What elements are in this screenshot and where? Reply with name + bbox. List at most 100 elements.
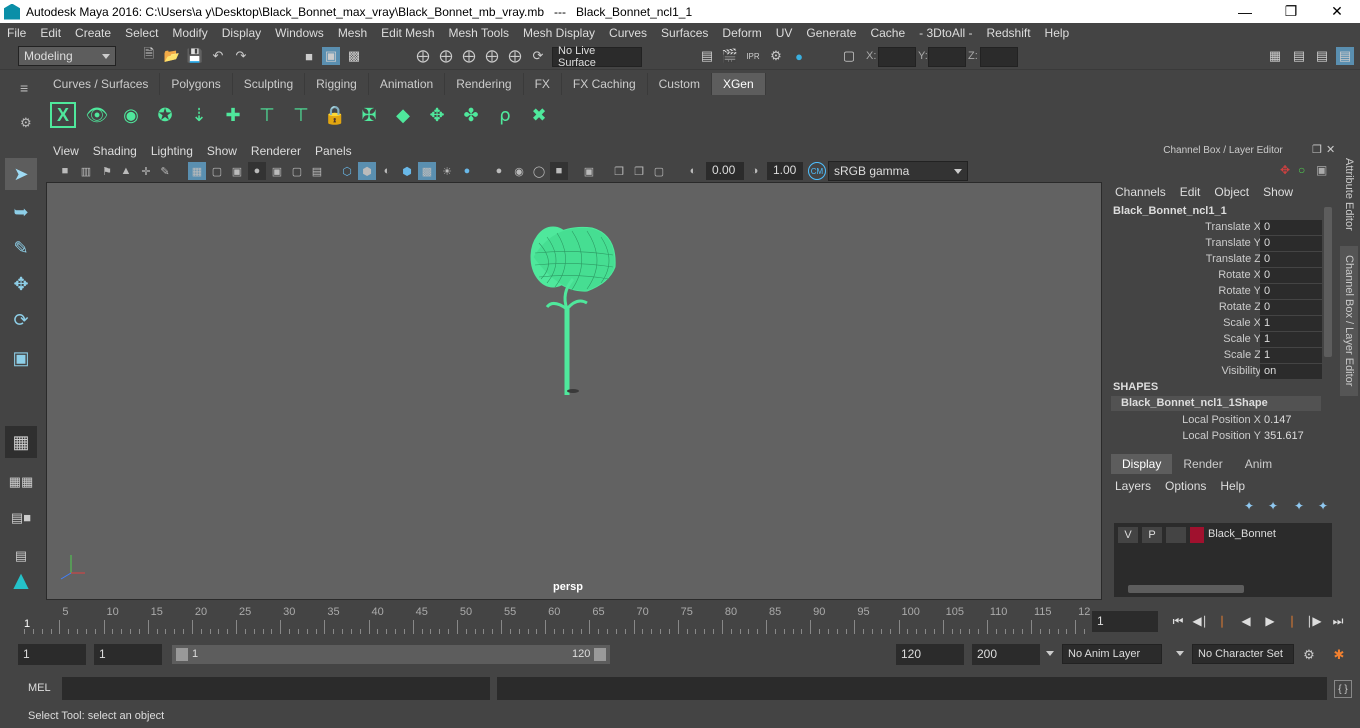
channel-box-menu-channels[interactable]: Channels [1108,185,1173,199]
gate-mask-icon[interactable]: ● [248,162,266,180]
shelf-tab-xgen[interactable]: XGen [711,73,766,95]
ipr-render-icon[interactable]: IPR [744,47,762,65]
live-surface-field[interactable]: No Live Surface [552,45,642,69]
anti-aliasing-icon[interactable]: ◉ [510,162,528,180]
menu-mesh[interactable]: Mesh [331,23,374,43]
channel-row[interactable]: Translate Y0 [1108,236,1323,252]
playback-end-field[interactable]: 120 [896,644,964,665]
xgen-guide-view-icon[interactable]: ⊤ [288,102,314,128]
modeling-toolkit-icon[interactable]: ▦ [1266,47,1284,65]
select-tool-icon[interactable]: ➤ [5,158,37,190]
safe-title-icon[interactable]: ▤ [308,162,326,180]
range-start-handle[interactable] [176,648,188,661]
transform-mode-icon[interactable]: ▢ [840,47,858,65]
snap-curve-icon[interactable]: ⨁ [437,47,455,65]
shelf-menu-icon[interactable]: ≡ [20,80,28,96]
wireframe-on-shaded-icon[interactable]: ◐ [378,162,396,180]
motion-blur-icon[interactable]: ● [490,162,508,180]
menu-mesh-display[interactable]: Mesh Display [516,23,602,43]
move-tool-icon[interactable]: ✥ [5,268,37,300]
xgen-editor-icon[interactable]: X [50,102,76,128]
channel-value[interactable]: 0 [1260,220,1322,235]
exposure-field[interactable]: 0.00 [706,162,744,180]
step-back-frame-icon[interactable]: ◀∣ [1192,613,1208,629]
new-scene-icon[interactable]: 🗎 [140,46,158,65]
go-to-end-icon[interactable]: ⏭ [1330,613,1346,629]
menu-help[interactable]: Help [1038,23,1077,43]
shape-node-name[interactable]: Black_Bonnet_ncl1_1Shape [1111,396,1321,411]
step-forward-frame-icon[interactable]: ∣▶ [1306,613,1322,629]
gamma-icon[interactable]: ◑ [746,162,764,180]
time-slider[interactable]: 1 5 10 15 20 25 30 35 40 45 50 55 60 65 70 75 80 85 90 95 1… [18,604,1090,634]
channel-box-menu-show[interactable]: Show [1256,185,1300,199]
xgen-create-description-icon[interactable]: ◉ [118,102,144,128]
snap-point-icon[interactable]: ⨁ [460,47,478,65]
xgen-preview-icon[interactable]: 👁 [84,102,110,128]
select-object-icon[interactable]: ▣ [322,47,340,65]
xray-icon[interactable]: ▣ [580,162,598,180]
shelf-tab-polygons[interactable]: Polygons [160,73,233,95]
char-set-arrow-icon[interactable] [1176,651,1184,656]
xray-joints-icon[interactable]: ❐ [610,162,628,180]
mel-input[interactable] [62,677,490,700]
range-end-handle[interactable] [594,648,606,661]
shape-channel-value[interactable]: 0.147 [1260,413,1322,428]
menu-display[interactable]: Display [215,23,268,43]
menu-uv[interactable]: UV [769,23,800,43]
attribute-editor-toggle-icon[interactable]: ▤ [1290,47,1308,65]
menu-create[interactable]: Create [68,23,118,43]
channel-row[interactable]: Rotate Y0 [1108,284,1323,300]
minimize-icon[interactable]: — [1222,0,1268,23]
menu-cache[interactable]: Cache [863,23,912,43]
image-plane-icon[interactable]: ▲ [117,162,135,180]
shelf-tab-custom[interactable]: Custom [648,73,712,95]
save-scene-icon[interactable]: 💾 [186,47,204,65]
auto-key-icon[interactable]: ⚙ [1300,646,1318,664]
close-panel-icon[interactable]: ✕ [1326,143,1335,156]
channel-box-menu-edit[interactable]: Edit [1173,185,1208,199]
z-coord-field[interactable] [980,47,1018,67]
2d-pan-zoom-icon[interactable]: ✛ [137,162,155,180]
animation-start-field[interactable]: 1 [18,644,86,665]
anim-layer-dropdown[interactable]: No Anim Layer [1062,644,1162,664]
safe-action-icon[interactable]: ▢ [288,162,306,180]
rotate-tool-icon[interactable]: ⟳ [5,304,37,336]
snap-grid-icon[interactable]: ⨁ [414,47,432,65]
channel-row[interactable]: Visibility on [1108,364,1323,380]
film-gate-icon[interactable]: ▢ [208,162,226,180]
menu-modify[interactable]: Modify [165,23,214,43]
menu-curves[interactable]: Curves [602,23,654,43]
field-chart-icon[interactable]: ▣ [268,162,286,180]
viewport-menu-view[interactable]: View [46,143,86,160]
menu-3dtoall[interactable]: - 3DtoAll - [912,23,979,43]
y-coord-field[interactable] [928,47,966,67]
select-component-icon[interactable]: ▩ [345,47,363,65]
channel-value[interactable]: on [1260,364,1322,379]
make-live-icon[interactable]: ⟳ [529,47,547,65]
single-perspective-layout-icon[interactable]: ▦ [5,426,37,458]
range-slider[interactable]: 1 120 [172,645,610,664]
viewport-menu-shading[interactable]: Shading [86,143,144,160]
float-panel-icon[interactable]: ❐ [1312,143,1322,156]
paint-select-tool-icon[interactable]: ✎ [5,232,37,264]
viewport-menu-show[interactable]: Show [200,143,244,160]
open-scene-icon[interactable]: 📂 [163,47,181,65]
layer-display-type-toggle[interactable] [1166,527,1186,543]
xray-components-icon[interactable]: ❐ [630,162,648,180]
hypershade-icon[interactable]: ● [790,47,808,65]
color-management-icon[interactable]: CM [808,162,826,180]
rotate-manip-icon[interactable]: ○ [1298,163,1305,177]
current-frame-field[interactable]: 1 [1092,611,1158,632]
x-coord-field[interactable] [878,47,916,67]
step-back-key-icon[interactable]: ∣ [1214,613,1230,629]
channel-value[interactable]: 1 [1260,332,1322,347]
view-transform-dropdown[interactable]: sRGB gamma [828,161,968,181]
layer-menu-options[interactable]: Options [1158,479,1213,493]
layer-menu-help[interactable]: Help [1213,479,1252,493]
channel-box-toggle-icon[interactable]: ▤ [1336,47,1354,65]
grease-pencil-icon[interactable]: ✎ [156,162,174,180]
tool-settings-toggle-icon[interactable]: ▤ [1313,47,1331,65]
shelf-tab-animation[interactable]: Animation [369,73,446,95]
xgen-guide-lock-icon[interactable]: 🔒 [322,102,348,128]
channel-row[interactable]: Scale X1 [1108,316,1323,332]
